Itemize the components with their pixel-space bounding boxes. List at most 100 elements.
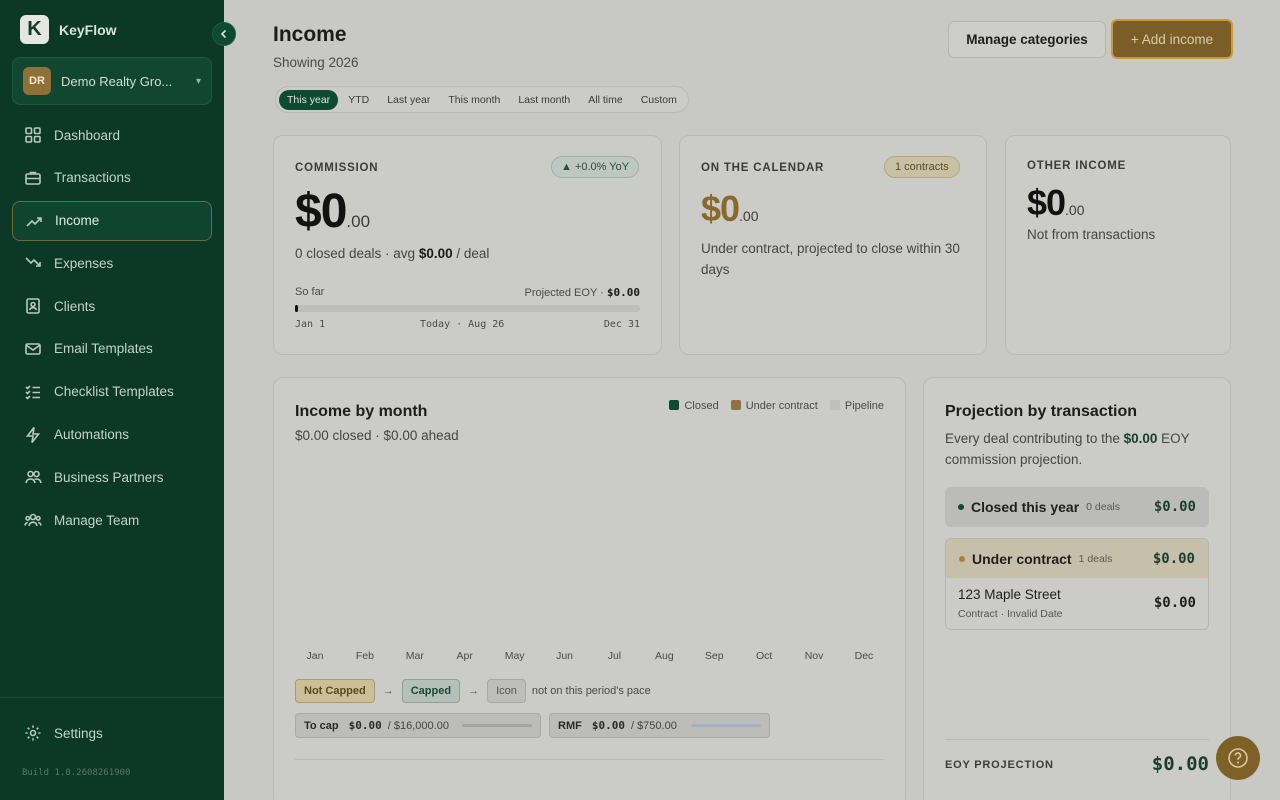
- projection-description: Every deal contributing to the $0.00 EOY…: [945, 428, 1215, 470]
- calendar-cents: .00: [739, 208, 759, 224]
- range-this-month[interactable]: This month: [440, 90, 508, 110]
- pace-note: not on this period's pace: [531, 685, 651, 697]
- sidebar-item-income[interactable]: Income: [12, 200, 212, 241]
- transaction-row[interactable]: 123 Maple Street Contract · Invalid Date…: [946, 578, 1208, 629]
- progress-start: Jan 1: [295, 319, 326, 330]
- legend-swatch: [829, 400, 840, 410]
- sidebar-item-label: Clients: [54, 298, 96, 314]
- org-switcher[interactable]: DR Demo Realty Gro... ▾: [12, 57, 212, 105]
- projected-label: Projected EOY ·: [524, 287, 607, 299]
- range-ytd[interactable]: YTD: [340, 90, 377, 110]
- group-count: 0 deals: [1086, 501, 1121, 513]
- commission-dollars: $0: [295, 185, 347, 238]
- help-icon: [1228, 748, 1248, 768]
- cap-status-row: Not Capped → Capped → Icon not on this p…: [295, 679, 651, 703]
- calendar-description: Under contract, projected to close withi…: [701, 241, 960, 277]
- contracts-badge: 1 contracts: [884, 156, 960, 178]
- grid-icon: [24, 126, 42, 144]
- legend-swatch: [730, 400, 741, 410]
- projected-eoy: Projected EOY · $0.00: [525, 286, 640, 299]
- status-dot: [958, 504, 964, 510]
- month-tick-label: Jan: [306, 650, 324, 662]
- sidebar-item-email-templates[interactable]: Email Templates: [12, 329, 212, 369]
- sidebar-item-manage-team[interactable]: Manage Team: [12, 500, 212, 540]
- chevron-left-icon: [220, 29, 227, 39]
- group-header[interactable]: Under contract 1 deals $0.00: [946, 539, 1208, 578]
- other-income-label: OTHER INCOME: [1027, 160, 1127, 172]
- rmf-value: $0.00: [591, 719, 625, 732]
- legend-label: Pipeline: [844, 400, 884, 412]
- commission-label: COMMISSION: [295, 162, 379, 174]
- so-far-label: So far: [295, 286, 325, 298]
- bolt-icon: [24, 426, 42, 444]
- range-this-year[interactable]: This year: [279, 89, 339, 110]
- calendar-label: ON THE CALENDAR: [701, 162, 825, 174]
- sidebar-item-dashboard[interactable]: Dashboard: [12, 115, 212, 155]
- progress-end: Dec 31: [603, 319, 640, 330]
- capped-chip: Capped: [401, 679, 461, 703]
- eoy-projection-value: $0.00: [1151, 753, 1209, 775]
- help-button[interactable]: [1216, 736, 1260, 780]
- progress-today: Today · Aug 26: [420, 319, 505, 330]
- collapse-sidebar-button[interactable]: [212, 22, 236, 46]
- sidebar-item-transactions[interactable]: Transactions: [12, 158, 212, 198]
- brand[interactable]: K KeyFlow: [20, 15, 117, 44]
- sidebar-item-label: Automations: [54, 427, 130, 443]
- other-cents: .00: [1065, 202, 1085, 218]
- chart-legend: Closed Under contract Pipeline: [669, 400, 884, 412]
- org-avatar: DR: [23, 67, 51, 95]
- not-capped-chip: Not Capped: [295, 679, 375, 703]
- month-tick-label: Mar: [405, 650, 424, 662]
- legend-swatch: [669, 400, 680, 410]
- sidebar-item-checklist-templates[interactable]: Checklist Templates: [12, 372, 212, 412]
- rmf-progress: RMF $0.00 / $750.00: [549, 713, 770, 738]
- to-cap-bar: [462, 724, 532, 727]
- settings-label: Settings: [54, 725, 103, 741]
- month-tick-label: Jun: [556, 650, 573, 662]
- sidebar: K KeyFlow DR Demo Realty Gro... ▾ Dashbo…: [0, 0, 224, 800]
- other-income-card: OTHER INCOME $0.00 Not from transactions: [1005, 135, 1231, 355]
- team-icon: [24, 511, 42, 529]
- sidebar-item-expenses[interactable]: Expenses: [12, 243, 212, 283]
- mail-icon: [24, 340, 42, 358]
- checklist-icon: [24, 383, 42, 401]
- closed-this-year-group[interactable]: Closed this year 0 deals $0.00: [945, 487, 1209, 527]
- transaction-meta: Contract · Invalid Date: [958, 608, 1063, 620]
- contacts-icon: [24, 297, 42, 315]
- projected-value: $0.00: [606, 286, 640, 299]
- sidebar-item-label: Manage Team: [54, 512, 140, 528]
- range-last-month[interactable]: Last month: [510, 90, 578, 110]
- add-income-button[interactable]: + Add income: [1111, 19, 1233, 59]
- sidebar-item-automations[interactable]: Automations: [12, 415, 212, 455]
- sidebar-item-business-partners[interactable]: Business Partners: [12, 457, 212, 497]
- projection-title: Projection by transaction: [945, 403, 1138, 420]
- deals-prefix: 0 closed deals · avg: [295, 246, 419, 261]
- month-tick-label: Jul: [607, 650, 622, 662]
- range-custom[interactable]: Custom: [633, 90, 685, 110]
- sidebar-item-label: Email Templates: [54, 341, 153, 357]
- month-tick-label: Aug: [655, 650, 674, 662]
- app-name: KeyFlow: [59, 21, 117, 38]
- rmf-total: / $750.00: [630, 719, 677, 732]
- group-amount: $0.00: [1152, 550, 1195, 567]
- sidebar-item-clients[interactable]: Clients: [12, 286, 212, 326]
- year-progress-fill: [295, 305, 298, 312]
- month-tick-label: May: [504, 650, 525, 662]
- year-progress-bar: [295, 305, 640, 312]
- sidebar-item-settings[interactable]: Settings: [24, 724, 103, 742]
- page-title: Income: [273, 23, 347, 46]
- org-name: Demo Realty Gro...: [61, 73, 173, 89]
- under-contract-group: Under contract 1 deals $0.00 123 Maple S…: [945, 538, 1209, 630]
- range-last-year[interactable]: Last year: [379, 90, 438, 110]
- other-income-description: Not from transactions: [1027, 227, 1156, 242]
- transaction-name: 123 Maple Street: [958, 587, 1061, 602]
- manage-categories-button[interactable]: Manage categories: [948, 21, 1106, 58]
- to-cap-value: $0.00: [348, 719, 382, 732]
- range-all-time[interactable]: All time: [580, 90, 630, 110]
- group-label: Under contract: [972, 550, 1072, 567]
- date-range-selector: This year YTD Last year This month Last …: [275, 86, 689, 113]
- group-header: Closed this year 0 deals $0.00: [945, 487, 1209, 527]
- partners-icon: [24, 468, 42, 486]
- calendar-dollars: $0: [701, 188, 740, 229]
- chevron-down-icon: ▾: [195, 75, 201, 87]
